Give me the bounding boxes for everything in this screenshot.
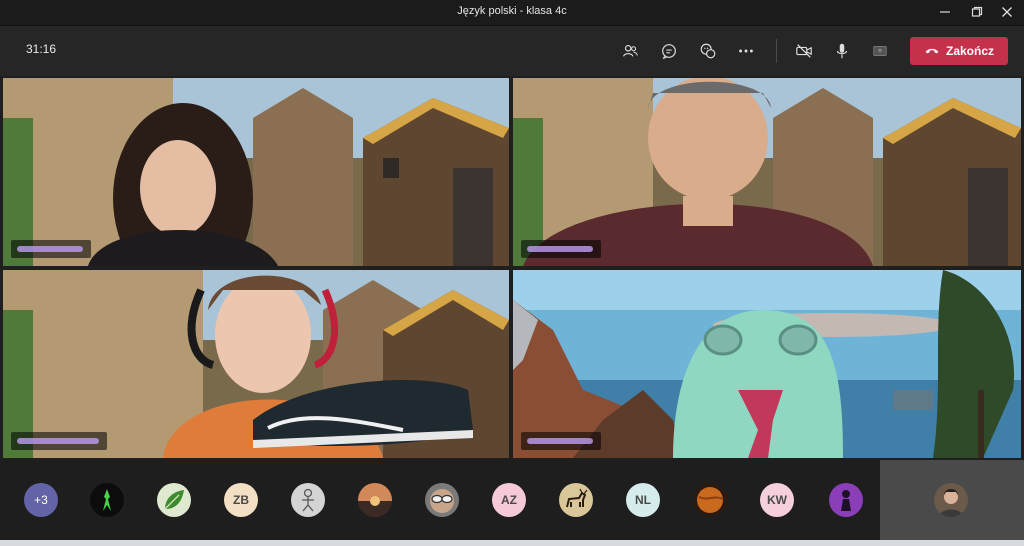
self-avatar xyxy=(934,483,968,517)
chat-button[interactable] xyxy=(656,38,682,64)
reactions-button[interactable] xyxy=(695,38,721,64)
end-call-button[interactable]: Zakończ xyxy=(910,37,1008,65)
end-call-label: Zakończ xyxy=(945,44,994,58)
toolbar-separator xyxy=(776,39,777,63)
hang-up-icon xyxy=(925,48,939,54)
leaf-icon xyxy=(164,490,184,510)
minimize-button[interactable] xyxy=(930,2,960,22)
sunset-icon xyxy=(358,483,392,517)
camera-off-icon xyxy=(796,44,812,58)
call-toolbar: 31:16 Zakończ xyxy=(0,26,1024,76)
fantasy-village-background xyxy=(513,78,1021,266)
video-tile-1[interactable] xyxy=(3,78,509,266)
share-tray-icon xyxy=(873,46,887,56)
more-icon xyxy=(739,49,753,53)
sunset-avatar[interactable] xyxy=(358,483,392,517)
participants-button[interactable] xyxy=(617,38,643,64)
planet-icon xyxy=(697,487,724,513)
purple-character-avatar[interactable] xyxy=(829,483,863,517)
green-figure-icon xyxy=(103,489,111,511)
participants-strip: +3 ZB AZ NL KW xyxy=(0,460,1024,540)
call-timer: 31:16 xyxy=(26,42,57,56)
restore-icon xyxy=(971,6,983,17)
participant-name-tag xyxy=(11,432,107,450)
window-titlebar: Język polski - klasa 4c xyxy=(0,0,1024,26)
more-options-button[interactable] xyxy=(733,38,759,64)
chat-icon xyxy=(662,44,676,60)
participants-icon xyxy=(623,45,638,57)
redacted-name xyxy=(527,246,593,252)
coastal-island-background xyxy=(513,270,1021,458)
green-leaf-avatar[interactable] xyxy=(157,483,191,517)
participant-name-tag xyxy=(521,240,601,258)
maximize-button[interactable] xyxy=(962,2,992,22)
minimize-icon xyxy=(940,11,950,13)
video-grid xyxy=(3,78,1021,458)
fantasy-village-background xyxy=(3,270,509,458)
self-view-tile[interactable] xyxy=(880,460,1024,540)
figure-sketch-avatar[interactable] xyxy=(291,483,325,517)
redacted-name xyxy=(527,438,593,444)
taskbar-edge xyxy=(0,540,1024,546)
character-icon xyxy=(841,490,851,511)
camera-toggle-button[interactable] xyxy=(791,38,817,64)
video-tile-3[interactable] xyxy=(3,270,509,458)
share-tray-button[interactable] xyxy=(867,38,893,64)
participant-name-tag xyxy=(521,432,601,450)
microphone-button[interactable] xyxy=(829,38,855,64)
close-button[interactable] xyxy=(992,2,1022,22)
deer-avatar[interactable] xyxy=(559,483,593,517)
stick-figure-icon xyxy=(302,488,314,512)
window-title: Język polski - klasa 4c xyxy=(457,5,567,17)
sunglasses-icon xyxy=(430,489,454,513)
overflow-participants-badge[interactable]: +3 xyxy=(24,483,58,517)
participant-avatar-zb[interactable]: ZB xyxy=(224,483,258,517)
fantasy-village-background xyxy=(3,78,509,266)
redacted-name xyxy=(17,438,99,444)
reactions-icon xyxy=(700,43,716,59)
redacted-name xyxy=(17,246,83,252)
participant-name-tag xyxy=(11,240,91,258)
video-tile-4[interactable] xyxy=(513,270,1021,458)
close-icon xyxy=(1002,7,1012,17)
participant-avatar-nl[interactable]: NL xyxy=(626,483,660,517)
sunglasses-avatar[interactable] xyxy=(425,483,459,517)
microphone-icon xyxy=(836,43,848,59)
participant-avatar-kw[interactable]: KW xyxy=(760,483,794,517)
deer-icon xyxy=(566,488,588,508)
video-tile-2[interactable] xyxy=(513,78,1021,266)
participant-avatar-az[interactable]: AZ xyxy=(492,483,526,517)
orange-planet-avatar[interactable] xyxy=(693,483,727,517)
person-photo-icon xyxy=(939,489,963,517)
green-figure-avatar[interactable] xyxy=(90,483,124,517)
